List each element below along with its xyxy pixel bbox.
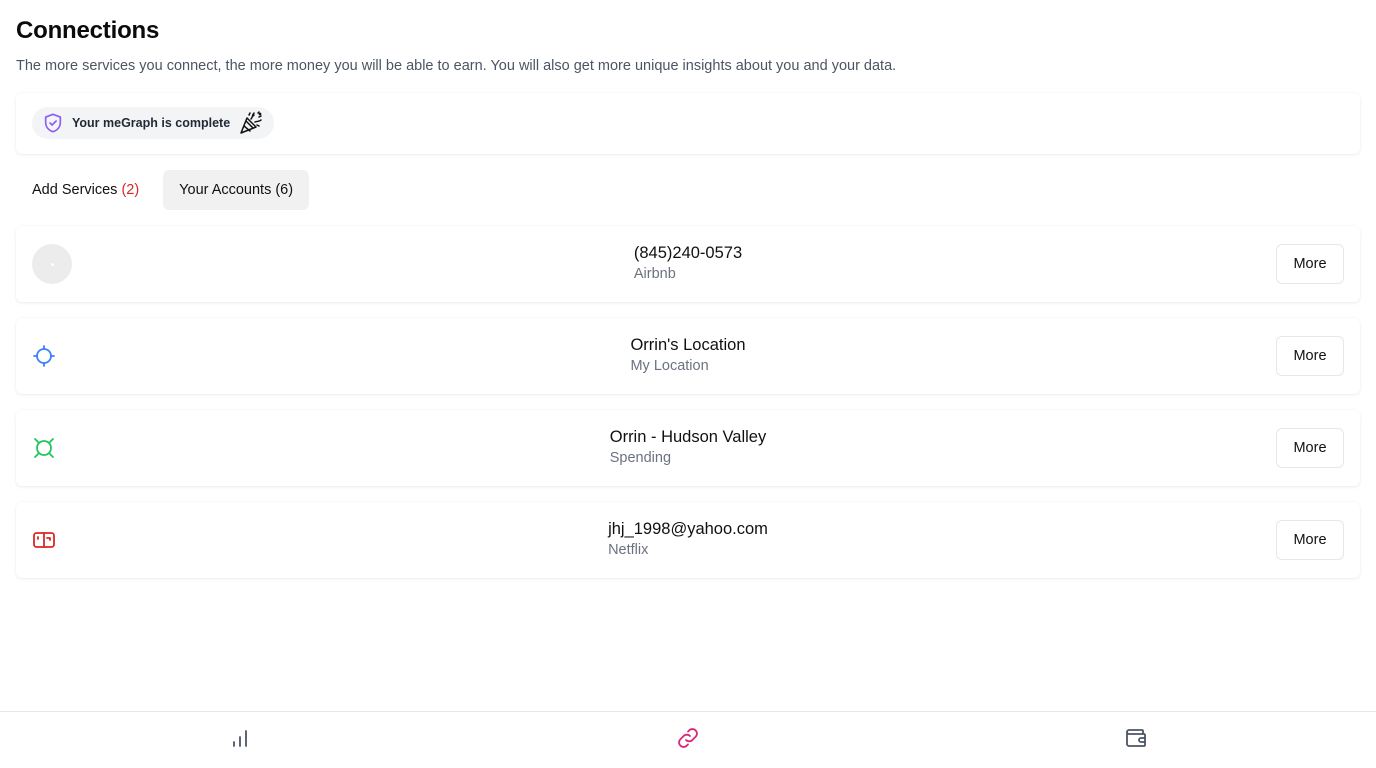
megraph-status-badge: Your meGraph is complete [32,107,275,139]
bottom-nav [0,711,1376,768]
account-service: Airbnb [633,266,676,282]
account-service: Spending [609,450,672,466]
nav-wallet[interactable] [1124,728,1148,752]
nav-connections[interactable] [676,726,700,755]
tab-your-accounts-count: (6) [275,182,294,198]
nav-insights[interactable] [228,728,252,752]
link-icon [676,726,700,755]
megraph-status-text: Your meGraph is complete [72,116,231,130]
tab-add-services-label: Add Services [32,182,118,198]
accounts-tabs: Add Services (2) Your Accounts (6) [16,170,310,210]
page-subtitle: The more services you connect, the more … [16,58,897,74]
tab-add-services[interactable]: Add Services (2) [16,170,155,210]
tab-your-accounts-label: Your Accounts [179,182,272,198]
more-button[interactable]: More [1276,336,1344,376]
tab-your-accounts[interactable]: Your Accounts (6) [163,170,310,210]
megraph-status-card: Your meGraph is complete [16,93,1360,154]
wallet-icon [1124,726,1148,755]
account-card-my-location: Orrin's Location My Location More [16,318,1360,394]
account-card-spending: Orrin - Hudson Valley Spending More [16,410,1360,486]
shield-check-icon [42,112,64,134]
account-name: Orrin's Location [630,336,746,354]
account-card-airbnb: (845)240-0573 Airbnb More [16,226,1360,302]
account-name: Orrin - Hudson Valley [609,428,767,446]
page-title: Connections [16,17,160,44]
tab-add-services-count: (2) [121,182,140,198]
account-service: My Location [630,358,709,374]
party-popper-icon [238,110,264,136]
account-service: Netflix [608,542,649,558]
more-button[interactable]: More [1276,428,1344,468]
bar-chart-icon [228,726,252,755]
more-button[interactable]: More [1276,244,1344,284]
account-name: jhj_1998@yahoo.com [608,520,768,538]
more-button[interactable]: More [1276,520,1344,560]
connections-page: Connections The more services you connec… [0,0,1376,768]
account-name: (845)240-0573 [633,244,743,262]
account-card-netflix: jhj_1998@yahoo.com Netflix More [16,502,1360,578]
